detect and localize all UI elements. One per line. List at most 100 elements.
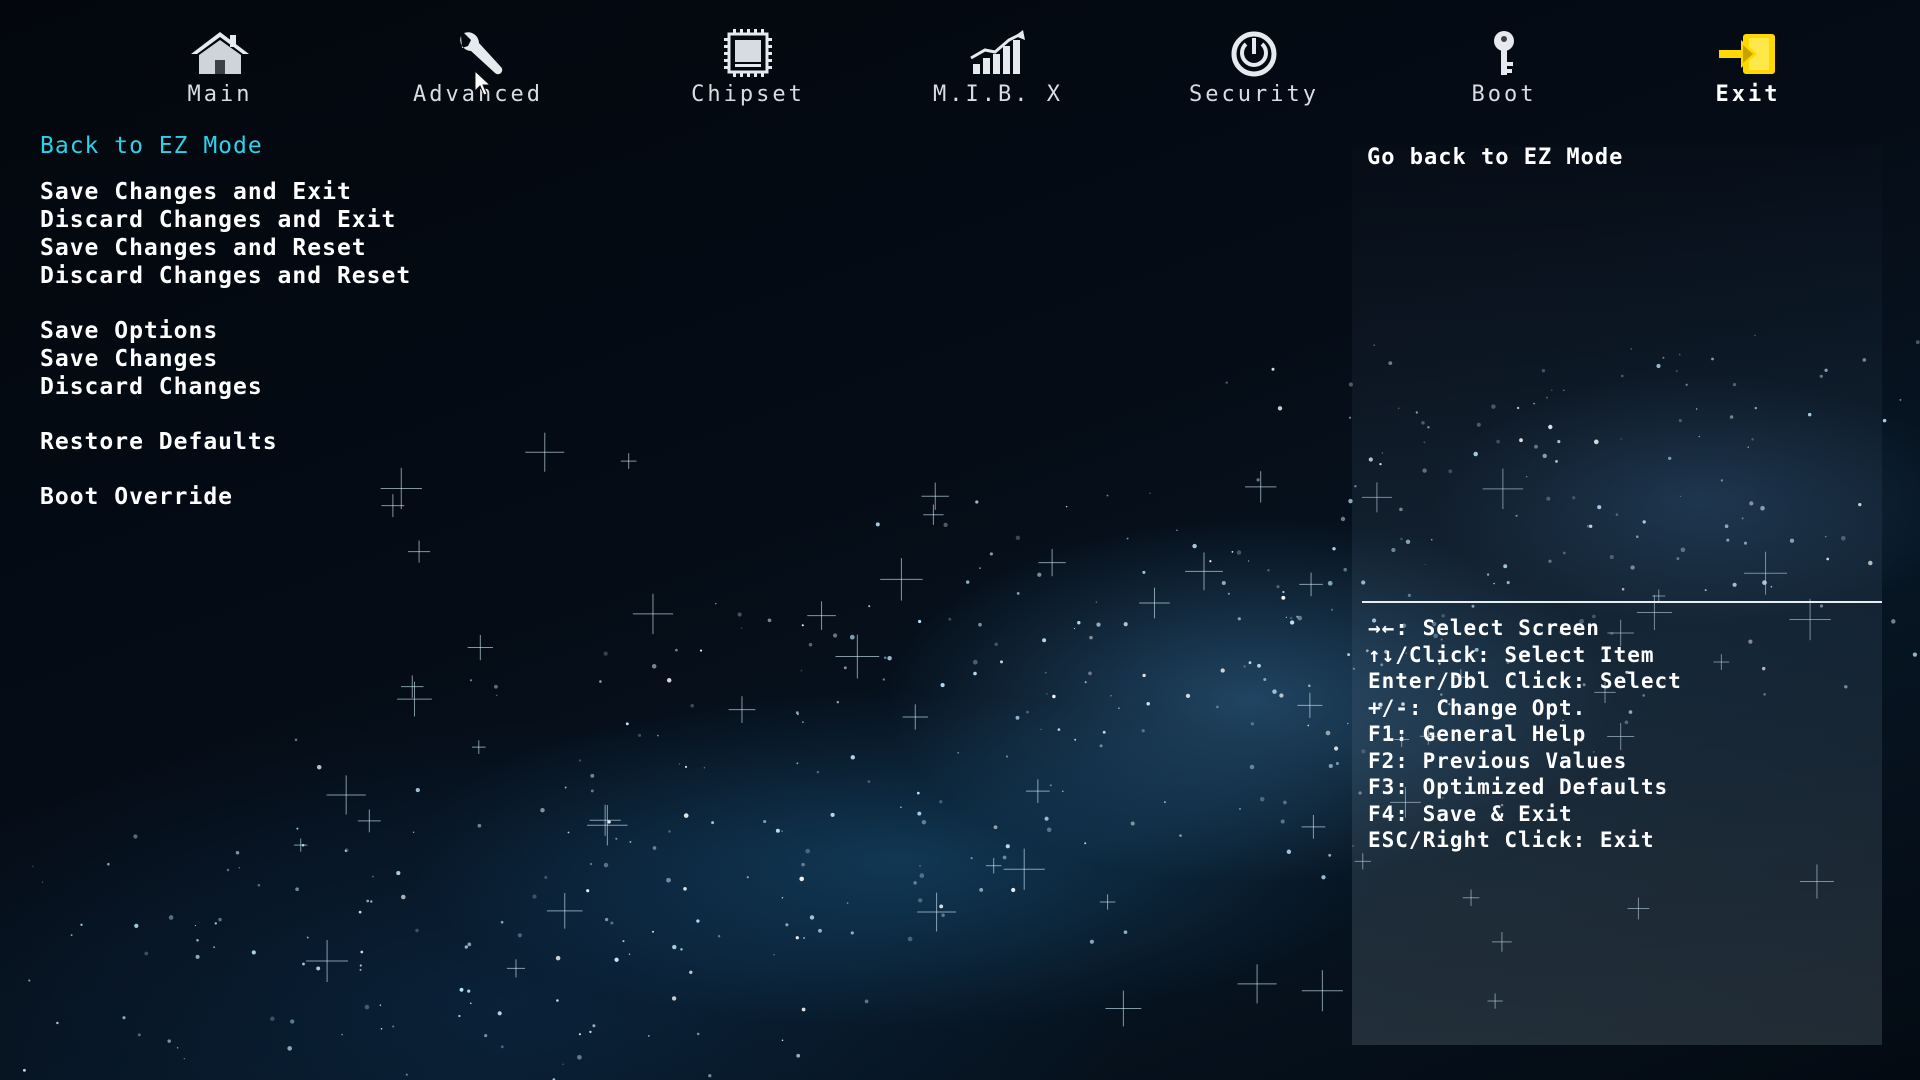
star — [341, 1033, 343, 1036]
tab-exit[interactable]: Exit — [1648, 28, 1848, 128]
star — [590, 789, 594, 793]
star — [168, 915, 174, 920]
tab-mib-x[interactable]: M.I.B. X — [898, 28, 1098, 128]
star — [364, 1004, 370, 1010]
star — [972, 659, 978, 665]
star — [900, 806, 902, 809]
star — [1005, 844, 1010, 849]
star — [994, 642, 998, 647]
star — [401, 894, 406, 900]
star — [214, 922, 217, 925]
key-legend: →←: Select Screen ↑↓/Click: Select Item … — [1368, 615, 1878, 854]
star — [1276, 585, 1280, 589]
star — [1256, 478, 1260, 482]
star — [668, 830, 671, 833]
star — [975, 500, 979, 504]
star — [666, 678, 672, 683]
star — [1248, 661, 1252, 665]
star — [107, 862, 110, 866]
star — [1209, 560, 1212, 563]
tab-security[interactable]: Security — [1154, 28, 1354, 128]
star — [907, 936, 913, 942]
star — [1347, 653, 1351, 657]
star — [1164, 801, 1166, 803]
tab-boot[interactable]: Boot — [1404, 28, 1604, 128]
tab-main[interactable]: Main — [120, 28, 320, 128]
star — [740, 627, 743, 629]
star — [532, 894, 537, 899]
star — [801, 862, 805, 867]
star — [647, 1035, 650, 1037]
tab-chipset[interactable]: Chipset — [648, 28, 848, 128]
save-changes-and-exit-item[interactable]: Save Changes and Exit — [40, 178, 840, 206]
star — [555, 955, 561, 961]
star — [1011, 887, 1016, 893]
star — [846, 902, 849, 904]
star — [1348, 416, 1352, 419]
save-options-heading: Save Options — [40, 318, 219, 344]
star — [1026, 710, 1029, 714]
save-changes-and-reset-item[interactable]: Save Changes and Reset — [40, 234, 840, 262]
star — [651, 930, 655, 933]
star — [781, 896, 784, 899]
star — [1277, 406, 1283, 411]
star — [1882, 418, 1887, 423]
star — [306, 936, 309, 939]
star — [965, 580, 970, 584]
star — [235, 851, 240, 855]
star — [1289, 620, 1295, 625]
star — [882, 678, 885, 681]
exit-menu: Back to EZ Mode Save Changes and Exit Di… — [40, 132, 840, 511]
star — [979, 887, 984, 892]
save-changes-item[interactable]: Save Changes — [40, 345, 840, 373]
star — [850, 931, 854, 935]
star — [296, 827, 299, 830]
star — [809, 915, 815, 920]
star — [849, 634, 855, 640]
star — [802, 721, 804, 723]
star — [218, 917, 222, 922]
star — [1327, 580, 1333, 586]
star — [1046, 827, 1052, 833]
star — [607, 820, 611, 824]
star — [32, 865, 34, 868]
star — [1296, 615, 1299, 618]
star — [797, 713, 799, 716]
tab-security-label: Security — [1189, 82, 1319, 107]
star — [916, 791, 920, 795]
star — [604, 917, 609, 922]
star — [689, 970, 693, 974]
star — [1089, 635, 1093, 640]
key-hint: F2: Previous Values — [1368, 748, 1628, 773]
star — [703, 767, 706, 769]
star — [1343, 567, 1347, 572]
star — [1330, 608, 1334, 611]
star — [477, 823, 482, 828]
star — [567, 831, 570, 834]
star — [1037, 572, 1042, 577]
discard-changes-and-exit-item[interactable]: Discard Changes and Exit — [40, 206, 840, 234]
star — [238, 867, 241, 869]
star — [941, 913, 945, 917]
star — [671, 996, 677, 1001]
restore-defaults-item[interactable]: Restore Defaults — [40, 428, 840, 456]
star — [1286, 849, 1292, 855]
star — [497, 1011, 502, 1016]
back-to-ez-mode-item[interactable]: Back to EZ Mode — [40, 132, 840, 160]
discard-changes-item[interactable]: Discard Changes — [40, 373, 840, 401]
star — [586, 889, 590, 893]
star — [1279, 693, 1284, 698]
star — [287, 1046, 293, 1051]
star — [370, 900, 373, 903]
star — [578, 1033, 581, 1036]
star — [301, 843, 305, 847]
star — [469, 679, 473, 682]
discard-changes-and-reset-item[interactable]: Discard Changes and Reset — [40, 262, 840, 290]
star — [22, 1068, 26, 1072]
star — [1062, 790, 1064, 793]
star — [785, 923, 789, 927]
star — [134, 923, 139, 929]
star — [680, 948, 683, 951]
star — [133, 834, 138, 839]
star — [867, 780, 871, 784]
